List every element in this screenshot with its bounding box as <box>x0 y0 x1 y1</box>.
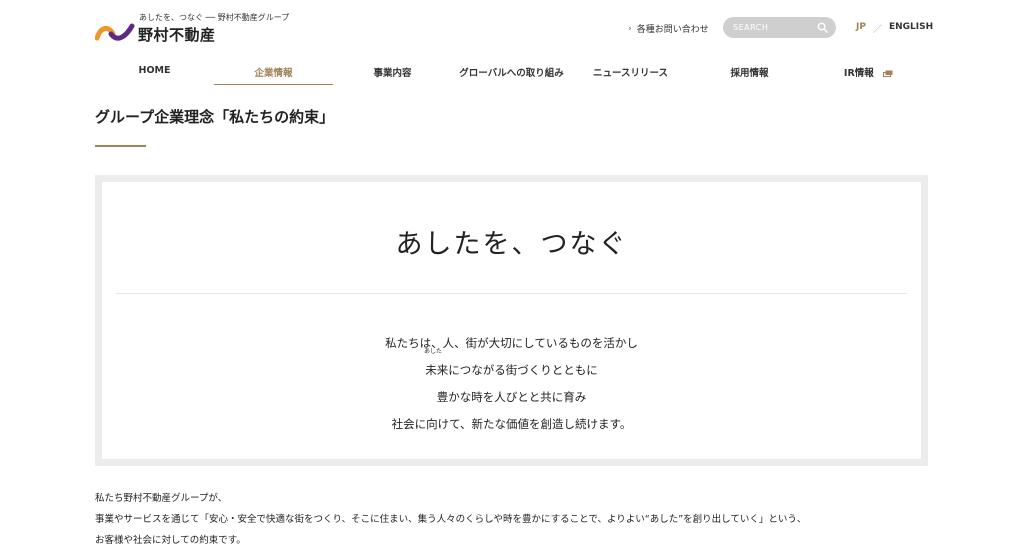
brand-name: 野村不動産 <box>138 26 216 44</box>
nav-label: 事業内容 <box>373 68 412 79</box>
nav-label: ニュースリリース <box>592 68 669 79</box>
nav-label: 採用情報 <box>730 68 769 79</box>
lang-separator: ／ <box>872 25 882 35</box>
search-icon[interactable] <box>817 22 828 33</box>
search-box[interactable] <box>723 17 836 38</box>
nav-item-ir[interactable]: IR情報 <box>809 59 928 85</box>
promise-heading: あしたを、つなぐ <box>395 229 628 260</box>
lang-jp[interactable]: JP <box>856 22 866 35</box>
contact-link[interactable]: › 各種お問い合わせ <box>628 22 709 36</box>
promise-line-1: 私たちは、人、街が大切にしているものを活かし <box>385 336 638 350</box>
search-input[interactable] <box>733 23 813 32</box>
lang-english[interactable]: ENGLISH <box>889 22 933 35</box>
nav-item-company[interactable]: 企業情報 <box>214 59 333 85</box>
chevron-right-icon: › <box>628 23 632 34</box>
promise-divider <box>116 293 907 294</box>
nomura-logo-mark-icon <box>95 23 135 41</box>
nav-label: HOME <box>138 65 171 76</box>
contact-label: 各種お問い合わせ <box>636 25 709 35</box>
language-switcher: JP ／ ENGLISH <box>856 22 933 35</box>
nav-item-recruit[interactable]: 採用情報 <box>690 59 809 85</box>
nav-label: 企業情報 <box>254 68 293 79</box>
body-line-3: お客様や社会に対しての約束です。 <box>95 535 246 546</box>
promise-line-2: 未来につながる街づくりとともに <box>425 363 598 377</box>
nav-item-global[interactable]: グローバルへの取り組み <box>452 59 571 85</box>
ruby-annotation: あした <box>424 348 443 355</box>
nav-label: IR情報 <box>843 68 874 79</box>
promise-line-4: 社会に向けて、新たな価値を創造し続けます。 <box>391 417 632 431</box>
body-line-1: 私たち野村不動産グループが、 <box>95 493 228 504</box>
global-nav: HOME 企業情報 事業内容 グローバルへの取り組み ニュースリリース 採用情報… <box>95 59 928 85</box>
nav-item-news[interactable]: ニュースリリース <box>571 59 690 85</box>
promise-card: あしたを、つなぐ 私たちは、人、街が大切にしているものを活かし あした 未来につ… <box>102 182 921 459</box>
logo-tagline: あしたを、つなぐ ── 野村不動産グループ <box>139 13 290 22</box>
external-window-icon <box>883 70 893 77</box>
title-underline <box>95 145 146 147</box>
nav-item-business[interactable]: 事業内容 <box>333 59 452 85</box>
body-line-2: 事業やサービスを通じて「安心・安全で快適な街をつくり、そこに住まい、集う人々のく… <box>95 514 807 525</box>
promise-line-3: 豊かな時を人びとと共に育み <box>436 390 587 404</box>
promise-panel: あしたを、つなぐ 私たちは、人、街が大切にしているものを活かし あした 未来につ… <box>95 175 928 466</box>
nav-item-home[interactable]: HOME <box>95 59 214 85</box>
site-logo[interactable]: あしたを、つなぐ ── 野村不動産グループ 野村不動産 <box>95 12 315 44</box>
nav-label: グローバルへの取り組み <box>459 68 564 79</box>
page-title: グループ企業理念「私たちの約束」 <box>95 108 335 126</box>
